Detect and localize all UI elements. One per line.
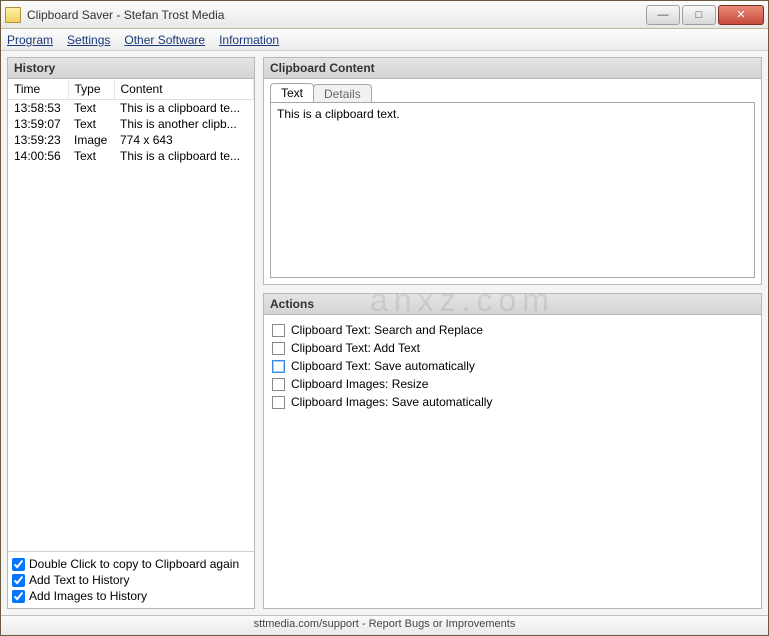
statusbar: sttmedia.com/support - Report Bugs or Im…	[1, 615, 768, 635]
tab-strip: Text Details	[264, 79, 761, 102]
table-row[interactable]: 13:59:23 Image 774 x 643	[8, 132, 254, 148]
action-save-text-auto[interactable]: Clipboard Text: Save automatically	[272, 357, 753, 375]
clipboard-text-content: This is a clipboard text.	[277, 107, 400, 121]
table-row[interactable]: 13:58:53 Text This is a clipboard te...	[8, 100, 254, 117]
action-save-images-auto[interactable]: Clipboard Images: Save automatically	[272, 393, 753, 411]
col-content[interactable]: Content	[114, 79, 254, 100]
action-resize-images[interactable]: Clipboard Images: Resize	[272, 375, 753, 393]
checkbox-icon[interactable]	[272, 342, 285, 355]
menu-information[interactable]: Information	[219, 33, 279, 47]
history-title: History	[8, 58, 254, 79]
menu-settings[interactable]: Settings	[67, 33, 110, 47]
actions-body: Clipboard Text: Search and Replace Clipb…	[264, 315, 761, 417]
checkbox-double-click[interactable]	[12, 558, 25, 571]
checkbox-add-images[interactable]	[12, 590, 25, 603]
checkbox-icon[interactable]	[272, 396, 285, 409]
checkbox-icon[interactable]	[272, 378, 285, 391]
table-row[interactable]: 14:00:56 Text This is a clipboard te...	[8, 148, 254, 164]
menu-other-software[interactable]: Other Software	[124, 33, 205, 47]
action-add-text[interactable]: Clipboard Text: Add Text	[272, 339, 753, 357]
left-panel: History Time Type Content 13:58:53	[7, 57, 255, 609]
checkbox-add-text[interactable]	[12, 574, 25, 587]
action-search-replace[interactable]: Clipboard Text: Search and Replace	[272, 321, 753, 339]
col-type[interactable]: Type	[68, 79, 114, 100]
content-area: History Time Type Content 13:58:53	[1, 51, 768, 615]
titlebar: Clipboard Saver - Stefan Trost Media — □…	[1, 1, 768, 29]
menu-program[interactable]: Program	[7, 33, 53, 47]
window-title: Clipboard Saver - Stefan Trost Media	[27, 8, 644, 22]
clipboard-content-panel: Clipboard Content Text Details This is a…	[263, 57, 762, 285]
clipboard-content-title: Clipboard Content	[264, 58, 761, 79]
menubar: Program Settings Other Software Informat…	[1, 29, 768, 51]
option-double-click[interactable]: Double Click to copy to Clipboard again	[10, 556, 252, 572]
window-controls: — □ ✕	[644, 5, 764, 25]
checkbox-icon[interactable]	[272, 324, 285, 337]
table-row[interactable]: 13:59:07 Text This is another clipb...	[8, 116, 254, 132]
checkbox-icon[interactable]	[272, 360, 285, 373]
tab-details[interactable]: Details	[313, 84, 372, 103]
option-add-text[interactable]: Add Text to History	[10, 572, 252, 588]
option-add-images[interactable]: Add Images to History	[10, 588, 252, 604]
minimize-button[interactable]: —	[646, 5, 680, 25]
tab-text[interactable]: Text	[270, 83, 314, 102]
app-icon	[5, 7, 21, 23]
right-panel: Clipboard Content Text Details This is a…	[263, 57, 762, 609]
history-panel: History Time Type Content 13:58:53	[7, 57, 255, 609]
col-time[interactable]: Time	[8, 79, 68, 100]
maximize-button[interactable]: □	[682, 5, 716, 25]
close-button[interactable]: ✕	[718, 5, 764, 25]
actions-panel: Actions Clipboard Text: Search and Repla…	[263, 293, 762, 609]
history-table[interactable]: Time Type Content 13:58:53 Text This is …	[8, 79, 254, 551]
clipboard-text-area[interactable]: This is a clipboard text.	[270, 102, 755, 278]
history-options: Double Click to copy to Clipboard again …	[8, 551, 254, 608]
actions-title: Actions	[264, 294, 761, 315]
